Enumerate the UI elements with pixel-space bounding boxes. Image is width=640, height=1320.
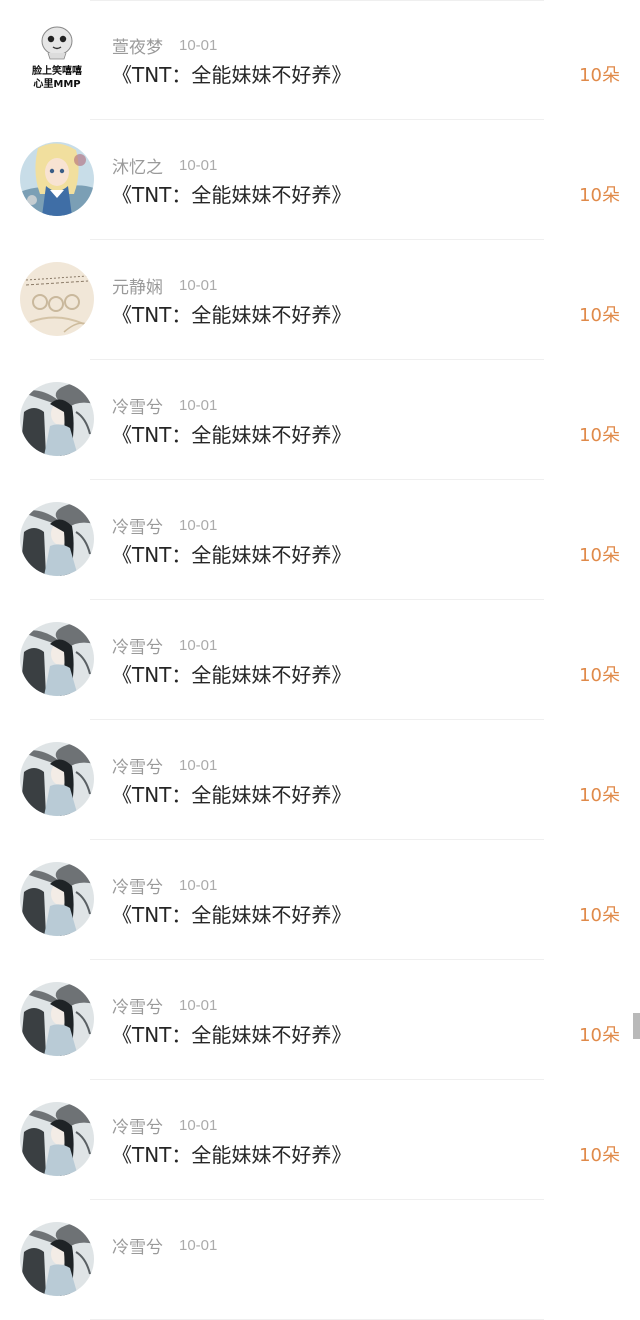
gift-count: 10朵 bbox=[579, 1025, 620, 1046]
date: 10-01 bbox=[179, 516, 218, 534]
gift-count: 10朵 bbox=[579, 1145, 620, 1166]
book-title[interactable]: 《TNT：全能妹妹不好养》 bbox=[112, 780, 351, 810]
gift-count: 10朵 bbox=[579, 665, 620, 686]
item-meta: 冷雪兮 10-01 bbox=[112, 512, 217, 538]
book-title[interactable]: 《TNT：全能妹妹不好养》 bbox=[112, 660, 351, 690]
item-meta: 冷雪兮 10-01 bbox=[112, 992, 217, 1018]
gift-count: 10朵 bbox=[579, 305, 620, 326]
list-item[interactable]: 沐忆之 10-01 《TNT：全能妹妹不好养》 10朵 bbox=[0, 120, 640, 240]
list-item[interactable]: 冷雪兮 10-01 《TNT：全能妹妹不好养》 10朵 bbox=[0, 960, 640, 1080]
ink-portrait-avatar-icon[interactable] bbox=[20, 982, 94, 1056]
book-title[interactable]: 《TNT：全能妹妹不好养》 bbox=[112, 180, 351, 210]
item-meta: 元静娴 10-01 bbox=[112, 272, 217, 298]
list-item[interactable]: 元静娴 10-01 《TNT：全能妹妹不好养》 10朵 bbox=[0, 240, 640, 360]
anime-girl-avatar-icon[interactable] bbox=[20, 142, 94, 216]
ink-portrait-avatar-icon[interactable] bbox=[20, 862, 94, 936]
date: 10-01 bbox=[179, 156, 218, 174]
username[interactable]: 元静娴 bbox=[112, 273, 163, 298]
date: 10-01 bbox=[179, 36, 218, 54]
username[interactable]: 冷雪兮 bbox=[112, 1113, 163, 1138]
list-item[interactable]: 冷雪兮 10-01 《TNT：全能妹妹不好养》 10朵 bbox=[0, 600, 640, 720]
username[interactable]: 冷雪兮 bbox=[112, 513, 163, 538]
username[interactable]: 冷雪兮 bbox=[112, 873, 163, 898]
list-item[interactable]: 冷雪兮 10-01 bbox=[0, 1200, 640, 1320]
list-item[interactable]: 冷雪兮 10-01 《TNT：全能妹妹不好养》 10朵 bbox=[0, 1080, 640, 1200]
meme-line-2: 心里MMP bbox=[33, 78, 80, 90]
ink-portrait-avatar-icon[interactable] bbox=[20, 1222, 94, 1296]
list-item[interactable]: 脸上笑嘻嘻 心里MMP 萱夜梦 10-01 《TNT：全能妹妹不好养》 10朵 bbox=[0, 0, 640, 120]
item-meta: 萱夜梦 10-01 bbox=[112, 32, 217, 58]
list-item[interactable]: 冷雪兮 10-01 《TNT：全能妹妹不好养》 10朵 bbox=[0, 360, 640, 480]
username[interactable]: 冷雪兮 bbox=[112, 633, 163, 658]
item-meta: 沐忆之 10-01 bbox=[112, 152, 217, 178]
vintage-card-avatar-icon[interactable] bbox=[20, 262, 94, 336]
book-title[interactable]: 《TNT：全能妹妹不好养》 bbox=[112, 900, 351, 930]
list-item[interactable]: 冷雪兮 10-01 《TNT：全能妹妹不好养》 10朵 bbox=[0, 480, 640, 600]
date: 10-01 bbox=[179, 396, 218, 414]
book-title[interactable]: 《TNT：全能妹妹不好养》 bbox=[112, 1140, 351, 1170]
meme-line-1: 脸上笑嘻嘻 bbox=[31, 64, 82, 77]
gift-count: 10朵 bbox=[579, 545, 620, 566]
date: 10-01 bbox=[179, 876, 218, 894]
scrollbar-thumb[interactable] bbox=[633, 1013, 640, 1039]
username[interactable]: 沐忆之 bbox=[112, 153, 163, 178]
date: 10-01 bbox=[179, 756, 218, 774]
date: 10-01 bbox=[179, 1236, 218, 1254]
date: 10-01 bbox=[179, 1116, 218, 1134]
date: 10-01 bbox=[179, 276, 218, 294]
username[interactable]: 冷雪兮 bbox=[112, 393, 163, 418]
gift-count: 10朵 bbox=[579, 785, 620, 806]
ink-portrait-avatar-icon[interactable] bbox=[20, 742, 94, 816]
gift-count: 10朵 bbox=[579, 65, 620, 86]
ink-portrait-avatar-icon[interactable] bbox=[20, 382, 94, 456]
list-item[interactable]: 冷雪兮 10-01 《TNT：全能妹妹不好养》 10朵 bbox=[0, 840, 640, 960]
username[interactable]: 冷雪兮 bbox=[112, 753, 163, 778]
ink-portrait-avatar-icon[interactable] bbox=[20, 622, 94, 696]
date: 10-01 bbox=[179, 636, 218, 654]
username[interactable]: 冷雪兮 bbox=[112, 1233, 163, 1258]
book-title[interactable]: 《TNT：全能妹妹不好养》 bbox=[112, 420, 351, 450]
gift-count: 10朵 bbox=[579, 185, 620, 206]
ink-portrait-avatar-icon[interactable] bbox=[20, 1102, 94, 1176]
item-meta: 冷雪兮 10-01 bbox=[112, 392, 217, 418]
book-title[interactable]: 《TNT：全能妹妹不好养》 bbox=[112, 540, 351, 570]
item-meta: 冷雪兮 10-01 bbox=[112, 872, 217, 898]
gift-count: 10朵 bbox=[579, 425, 620, 446]
gift-count: 10朵 bbox=[579, 905, 620, 926]
book-title[interactable]: 《TNT：全能妹妹不好养》 bbox=[112, 1020, 351, 1050]
username[interactable]: 冷雪兮 bbox=[112, 993, 163, 1018]
item-meta: 冷雪兮 10-01 bbox=[112, 752, 217, 778]
book-title[interactable]: 《TNT：全能妹妹不好养》 bbox=[112, 60, 351, 90]
list-item[interactable]: 冷雪兮 10-01 《TNT：全能妹妹不好养》 10朵 bbox=[0, 720, 640, 840]
item-meta: 冷雪兮 10-01 bbox=[112, 1232, 217, 1258]
gift-record-list: 脸上笑嘻嘻 心里MMP 萱夜梦 10-01 《TNT：全能妹妹不好养》 10朵 bbox=[0, 0, 640, 1320]
item-meta: 冷雪兮 10-01 bbox=[112, 632, 217, 658]
meme-avatar-icon[interactable]: 脸上笑嘻嘻 心里MMP bbox=[20, 22, 94, 96]
date: 10-01 bbox=[179, 996, 218, 1014]
book-title[interactable]: 《TNT：全能妹妹不好养》 bbox=[112, 300, 351, 330]
ink-portrait-avatar-icon[interactable] bbox=[20, 502, 94, 576]
item-meta: 冷雪兮 10-01 bbox=[112, 1112, 217, 1138]
username[interactable]: 萱夜梦 bbox=[112, 33, 163, 58]
